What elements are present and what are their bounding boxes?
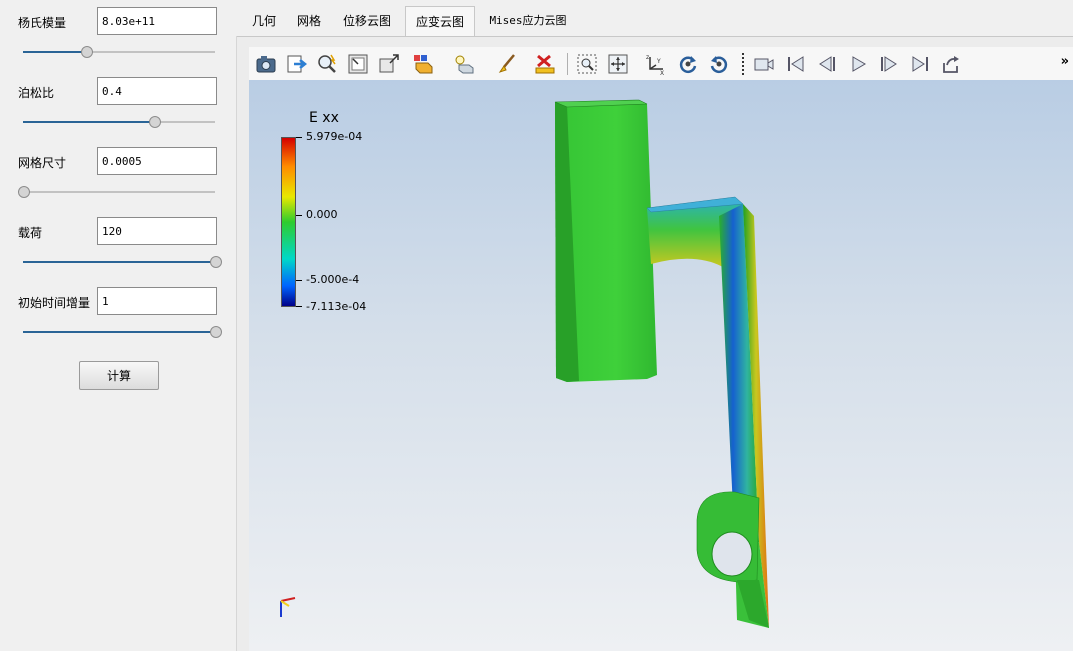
initial-time-increment-slider[interactable] (23, 326, 222, 338)
poisson-ratio-label: 泊松比 (18, 86, 55, 100)
calculate-button[interactable]: 计算 (79, 361, 159, 390)
viewer-toolbar: z Y X » (249, 47, 1073, 80)
load-slider[interactable] (23, 256, 222, 268)
slider-handle[interactable] (81, 46, 94, 58)
load-label: 载荷 (18, 226, 43, 240)
zoom-interactive-icon[interactable] (316, 53, 338, 75)
last-frame-icon[interactable] (909, 53, 931, 75)
tab-bar: 几何 网格 位移云图 应变云图 Mises应力云图 (237, 6, 1073, 36)
tab-geometry[interactable]: 几何 (241, 6, 287, 36)
youngs-modulus-input[interactable] (97, 7, 217, 35)
initial-time-increment-label: 初始时间增量 (18, 296, 91, 310)
rotate-ccw-icon[interactable] (708, 53, 730, 75)
center-icon[interactable] (607, 53, 629, 75)
svg-text:Y: Y (656, 58, 661, 65)
svg-text:X: X (660, 70, 664, 75)
mesh-size-label: 网格尺寸 (18, 156, 67, 170)
next-frame-icon[interactable] (878, 53, 900, 75)
slider-handle[interactable] (18, 186, 30, 198)
loop-icon[interactable] (940, 53, 962, 75)
mesh-size-input[interactable] (97, 147, 217, 175)
color-brush-icon[interactable] (496, 53, 518, 75)
zoom-to-data-icon[interactable] (576, 53, 598, 75)
toolbar-separator (567, 53, 568, 75)
tab-mesh[interactable]: 网格 (287, 6, 331, 36)
slider-handle[interactable] (210, 326, 222, 338)
load-input[interactable] (97, 217, 217, 245)
initial-time-increment-input[interactable] (97, 287, 217, 315)
camera-icon[interactable] (255, 53, 277, 75)
toolbar-overflow-button[interactable]: » (1061, 54, 1069, 69)
parameter-panel: 杨氏模量 泊松比 网格尺寸 载荷 初始时间增量 计算 (0, 0, 236, 651)
slider-handle[interactable] (210, 256, 222, 268)
youngs-modulus-label: 杨氏模量 (18, 16, 67, 30)
tab-strain[interactable]: 应变云图 (405, 6, 475, 36)
reset-camera-icon[interactable] (347, 53, 369, 75)
video-camera-icon[interactable] (753, 53, 775, 75)
zoom-to-box-icon[interactable] (378, 53, 400, 75)
slider-fill (23, 261, 215, 263)
slider-fill (23, 121, 154, 123)
play-icon[interactable] (847, 53, 869, 75)
slider-fill (23, 51, 87, 53)
svg-text:z: z (646, 54, 649, 61)
rotate-cw-icon[interactable] (677, 53, 699, 75)
ring-hole (711, 531, 753, 577)
previous-frame-icon[interactable] (816, 53, 838, 75)
axes-orientation-icon[interactable]: z Y X (645, 53, 667, 75)
mesh-size-slider[interactable] (18, 186, 215, 198)
render-view[interactable]: E xx 5.979e-04 0.000 -5.000e-4 -7.113e-0… (249, 80, 1073, 651)
toolbar-separator (742, 53, 744, 75)
axis-y-icon (280, 600, 290, 607)
slider-groove (23, 191, 215, 193)
poisson-ratio-slider[interactable] (23, 116, 215, 128)
delete-icon[interactable] (534, 53, 556, 75)
tab-displacement[interactable]: 位移云图 (333, 6, 401, 36)
light-icon[interactable] (453, 53, 475, 75)
representation-icon[interactable] (412, 53, 434, 75)
export-icon[interactable] (286, 53, 308, 75)
first-frame-icon[interactable] (785, 53, 807, 75)
tab-mises-stress[interactable]: Mises应力云图 (481, 6, 575, 36)
poisson-ratio-input[interactable] (97, 77, 217, 105)
fem-model-view (280, 99, 769, 628)
axis-x-icon (280, 597, 296, 602)
slider-fill (23, 331, 215, 333)
youngs-modulus-slider[interactable] (23, 46, 215, 58)
slider-handle[interactable] (148, 116, 161, 128)
